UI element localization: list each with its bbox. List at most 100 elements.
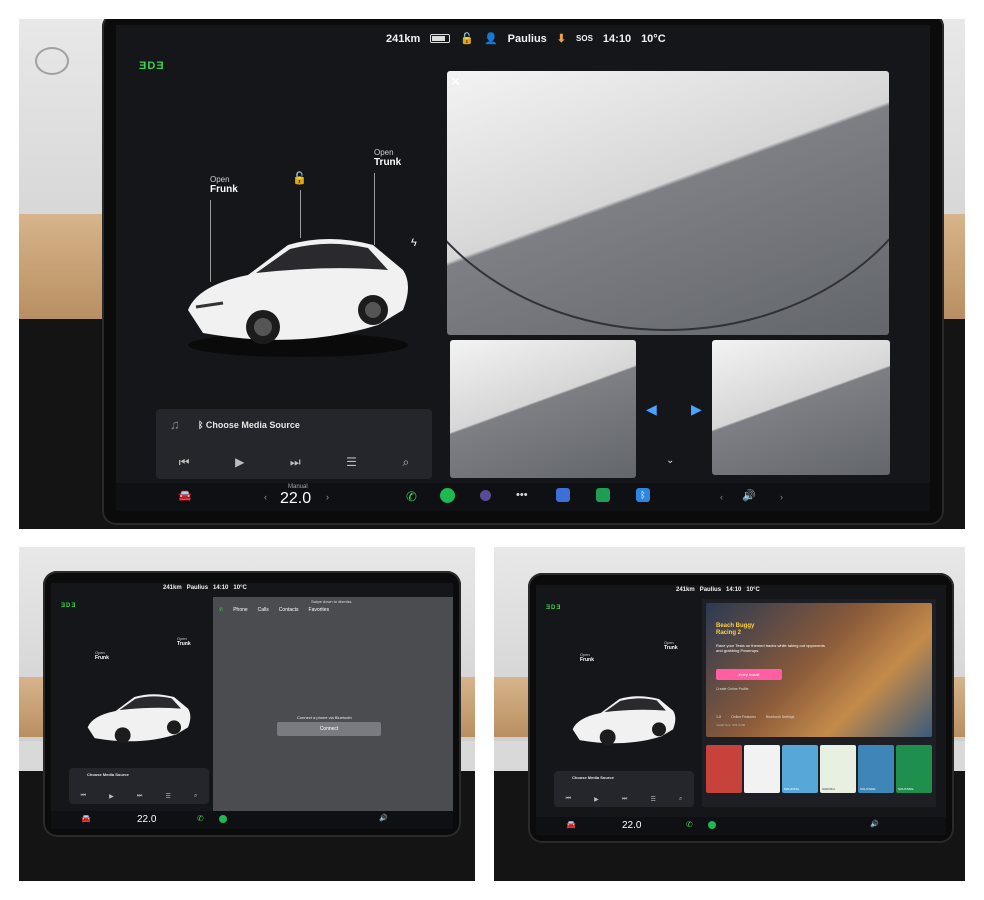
spotify-icon[interactable]	[219, 815, 227, 823]
game-tile[interactable]: MAHJONG	[782, 745, 818, 793]
car-icon[interactable]: 🚘	[566, 820, 576, 829]
bottom-left-photo: 241km Paulius 14:10 10°C ƎDƎ Open Frunk …	[19, 547, 475, 881]
user-name[interactable]: Paulius	[187, 585, 208, 591]
trunk-open-text: Open	[374, 148, 394, 157]
display-screen: 241km 🔓 👤 Paulius ⬇ SOS 14:10 10°C ƎDƎ O…	[116, 25, 930, 511]
game-tile[interactable]: SOLITAIRE	[858, 745, 894, 793]
previous-icon[interactable]: ⏮	[81, 793, 86, 800]
game-features: 1-8 Online Features Bluetooth Settings	[716, 715, 794, 719]
game-tile[interactable]	[706, 745, 742, 793]
bluetooth-settings-link[interactable]: Bluetooth Settings	[766, 715, 794, 719]
stocks-icon[interactable]	[596, 488, 610, 502]
equalizer-icon[interactable]: ☰	[165, 793, 170, 800]
game-tile[interactable]: SOLITAIRE	[896, 745, 932, 793]
previous-icon[interactable]: ⏮	[566, 796, 571, 803]
choose-media-source[interactable]: Choose Media Source	[87, 772, 129, 777]
game-tile[interactable]	[744, 745, 780, 793]
volume-down-icon[interactable]: ‹	[720, 492, 723, 502]
left-car-icon: ◀	[646, 401, 657, 417]
equalizer-icon[interactable]: ☰	[650, 796, 655, 803]
players-count: 1-8	[716, 715, 722, 719]
search-icon[interactable]: ⌕	[194, 793, 197, 800]
frunk-label[interactable]: Open Frunk	[210, 175, 238, 196]
climate-temperature[interactable]: 22.0	[622, 820, 641, 831]
choose-media-source[interactable]: ᛒ Choose Media Source	[198, 420, 300, 430]
climate-temperature[interactable]: 22.0	[137, 814, 156, 825]
download-icon[interactable]: ⬇	[557, 32, 566, 45]
connect-message: Connect a phone via Bluetooth	[297, 715, 352, 720]
more-icon[interactable]: •••	[516, 489, 528, 501]
sos-icon[interactable]: SOS	[576, 34, 593, 43]
bluetooth-icon[interactable]: ᛒ	[636, 488, 650, 502]
phone-header: ✆ Phone Calls Contacts Favorites	[219, 607, 329, 613]
connect-button[interactable]: Connect	[277, 722, 381, 736]
bottom-dock: 🚘 22.0 ✆ 🔊	[536, 817, 946, 835]
display-bezel: 241km Paulius 14:10 10°C ƎDƎ Open Frunk …	[43, 571, 461, 837]
climate-temperature[interactable]: 22.0	[280, 490, 311, 508]
tab-contacts[interactable]: Contacts	[279, 607, 299, 613]
search-icon[interactable]: ⌕	[402, 455, 409, 470]
trunk-label[interactable]: Open Trunk	[177, 636, 191, 647]
rear-camera-view	[447, 71, 889, 335]
phone-icon[interactable]: ✆	[197, 814, 204, 823]
left-repeater-camera	[450, 340, 636, 478]
car-model-image	[87, 694, 191, 744]
temp-down-icon[interactable]: ‹	[264, 492, 267, 502]
unlock-icon[interactable]: 🔓	[292, 171, 307, 185]
play-icon[interactable]: ▶	[235, 455, 244, 469]
next-icon[interactable]: ⏭	[622, 796, 627, 803]
volume-icon[interactable]: 🔊	[379, 814, 388, 822]
trunk-label[interactable]: Open Trunk	[374, 148, 401, 169]
brand-logo: ƎDƎ	[546, 605, 562, 611]
arcade-panel: Beach Buggy Racing 2 Race your Tesla on …	[702, 599, 936, 807]
play-icon[interactable]: ▶	[109, 793, 114, 800]
temperature-readout: 10°C	[746, 587, 760, 593]
previous-icon[interactable]: ⏮	[179, 455, 190, 470]
display-bezel: 241km Paulius 14:10 10°C ƎDƎ Open Frunk …	[528, 573, 954, 843]
temp-up-icon[interactable]: ›	[326, 492, 329, 502]
volume-icon[interactable]: 🔊	[742, 489, 756, 502]
tab-calls[interactable]: Calls	[258, 607, 269, 613]
equalizer-icon[interactable]: ☰	[346, 455, 357, 469]
lock-icon[interactable]: 🔓	[460, 32, 474, 45]
frunk-open-text: Open	[210, 175, 230, 184]
navigation-icon[interactable]	[556, 488, 570, 502]
range-readout: 241km	[676, 587, 695, 593]
status-bar: 241km Paulius 14:10 10°C	[163, 585, 247, 591]
car-icon[interactable]: 🚘	[81, 814, 91, 823]
profile-link[interactable]: Create Online Profile	[716, 687, 749, 691]
next-icon[interactable]: ⏭	[137, 793, 142, 800]
trunk-text: Trunk	[374, 157, 402, 169]
phone-icon[interactable]: ✆	[406, 489, 417, 505]
close-camera-icon[interactable]: ✕	[450, 74, 461, 90]
game-description: Race your Tesla on themed tracks while t…	[716, 643, 825, 653]
user-icon[interactable]: 👤	[484, 32, 498, 45]
trunk-label[interactable]: Open Trunk	[664, 640, 678, 651]
spotify-icon[interactable]	[440, 488, 455, 503]
temperature-readout: 10°C	[233, 585, 247, 591]
choose-media-source[interactable]: Choose Media Source	[572, 775, 614, 780]
frunk-label[interactable]: Open Frunk	[95, 650, 109, 661]
camera-icon[interactable]	[478, 488, 493, 503]
car-icon[interactable]: 🚘	[178, 489, 192, 502]
install-button[interactable]: Entry Install	[716, 669, 782, 680]
frunk-label[interactable]: Open Frunk	[580, 652, 594, 663]
volume-icon[interactable]: 🔊	[870, 820, 879, 828]
spotify-icon[interactable]	[708, 821, 716, 829]
next-icon[interactable]: ⏭	[290, 455, 301, 470]
user-name[interactable]: Paulius	[700, 587, 721, 593]
game-tile[interactable]: SUDOKU	[820, 745, 856, 793]
phone-icon[interactable]: ✆	[686, 820, 693, 829]
media-player: Choose Media Source ⏮ ▶ ⏭ ☰ ⌕	[554, 771, 694, 807]
search-icon[interactable]: ⌕	[679, 796, 682, 803]
swipe-hint: Swipe down to dismiss	[311, 599, 352, 604]
online-features: Online Features	[731, 715, 756, 719]
temperature-readout: 10°C	[641, 32, 666, 45]
tab-favorites[interactable]: Favorites	[309, 607, 330, 613]
car-model-image	[572, 696, 676, 746]
status-bar: 241km Paulius 14:10 10°C	[676, 587, 760, 593]
collapse-camera-icon[interactable]: ⌄	[666, 455, 674, 466]
volume-up-icon[interactable]: ›	[780, 492, 783, 502]
user-name[interactable]: Paulius	[508, 33, 547, 45]
play-icon[interactable]: ▶	[594, 796, 599, 803]
